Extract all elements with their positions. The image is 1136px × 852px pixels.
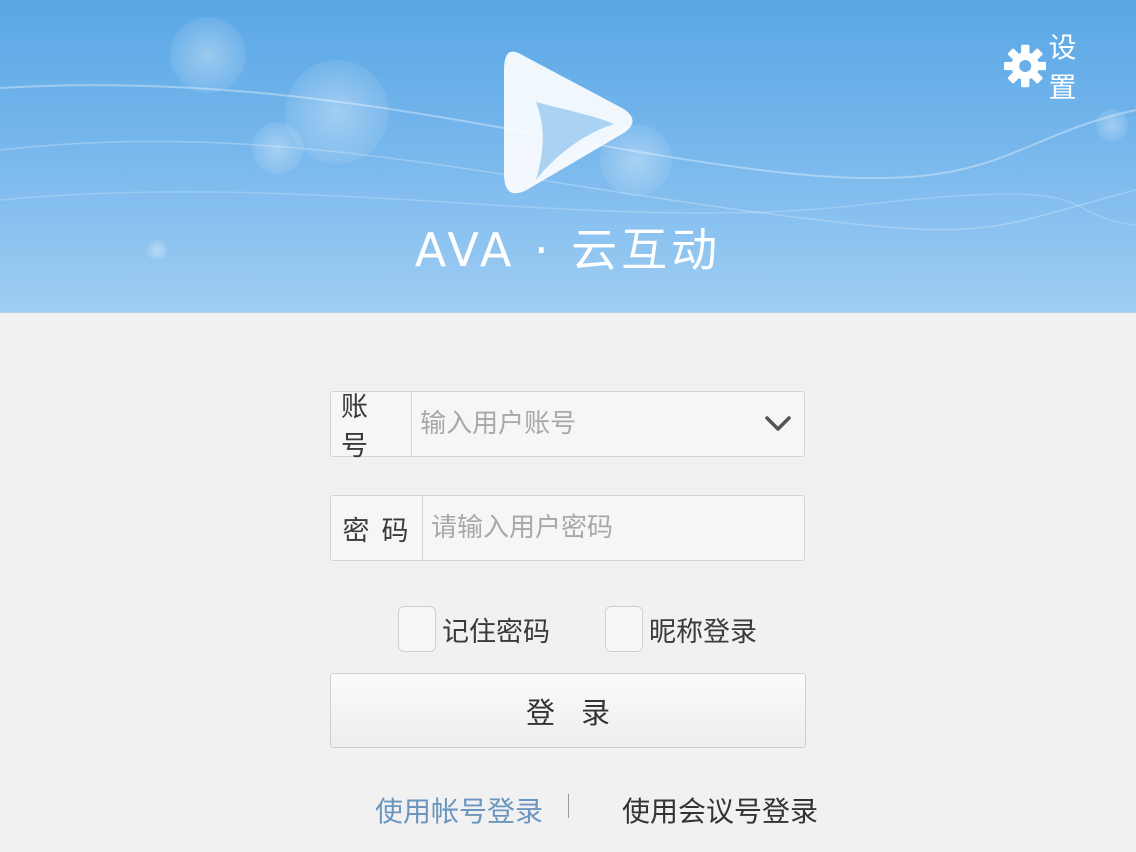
nickname-login-box[interactable] <box>605 606 643 652</box>
account-label: 账号 <box>331 392 413 462</box>
password-field: 密码 <box>330 495 805 561</box>
remember-password-checkbox[interactable]: 记住密码 <box>398 606 550 652</box>
settings-label: 设 置 <box>1048 31 1087 104</box>
nickname-login-label: 昵称登录 <box>649 616 757 648</box>
settings-button[interactable]: 设 置 <box>1004 26 1136 106</box>
account-input[interactable] <box>412 392 753 456</box>
meeting-login-link[interactable]: 使用会议号登录 <box>622 790 818 830</box>
password-label: 密码 <box>331 496 423 560</box>
chevron-down-icon <box>765 416 791 431</box>
mode-divider <box>568 794 569 818</box>
remember-password-box[interactable] <box>398 606 436 652</box>
gear-icon <box>1004 44 1047 88</box>
account-dropdown-button[interactable] <box>752 392 804 456</box>
password-input[interactable] <box>423 496 804 560</box>
account-field: 账号 <box>330 391 805 462</box>
login-mode-switch: 使用帐号登录 使用会议号登录 <box>0 790 1136 830</box>
play-logo-icon <box>504 51 633 194</box>
brand-title: AVA · 云互动 <box>414 223 722 277</box>
account-login-link[interactable]: 使用帐号登录 <box>375 790 543 830</box>
header-banner: AVA · 云互动 设 置 <box>0 0 1136 313</box>
nickname-login-checkbox[interactable]: 昵称登录 <box>605 606 757 652</box>
remember-password-label: 记住密码 <box>442 616 550 648</box>
login-button[interactable]: 登录 <box>330 673 806 748</box>
